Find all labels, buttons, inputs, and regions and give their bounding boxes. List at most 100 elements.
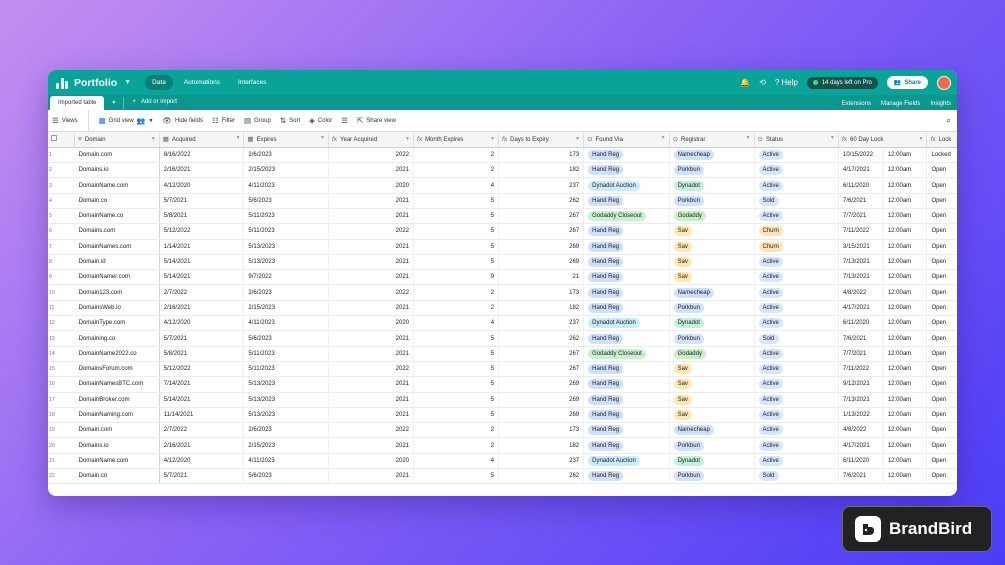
table-cell[interactable]: Hand Reg [583,330,670,347]
table-cell[interactable]: 2/16/2021 [159,300,245,317]
table-cell[interactable]: 2/7/2022 [159,422,245,439]
table-cell[interactable]: 5/13/2023 [243,407,329,424]
number-cell[interactable]: 2021 [328,392,415,408]
table-cell[interactable]: 12:00am [883,422,928,439]
table-cell[interactable]: 2/6/2023 [243,422,329,439]
table-cell[interactable]: 12:00am [883,361,928,378]
table-cell[interactable]: Sav [669,376,755,393]
number-cell[interactable]: 2021 [328,376,415,393]
table-cell[interactable]: Dynadot Auction [583,177,670,194]
table-row[interactable]: 7 DomainNames.com 1/14/2021 5/13/2023 2021 5 2… [48,239,957,255]
domain-cell[interactable]: DomainType.com [74,315,160,332]
table-cell[interactable]: Active [754,147,839,164]
table-cell[interactable]: 12:00am [883,208,928,225]
table-cell[interactable]: Godaddy [669,208,755,225]
number-cell[interactable]: 262 [498,193,585,209]
table-cell[interactable]: Sav [669,223,755,240]
table-cell[interactable]: 5/7/2021 [159,330,245,347]
lock-cell[interactable]: Open [926,346,957,362]
table-cell[interactable]: Hand Reg [583,392,670,408]
table-row[interactable]: 9 DomainNamer.com 5/14/2021 9/7/2022 2021 9 21… [48,269,957,286]
lock-cell[interactable]: Open [926,239,957,255]
number-cell[interactable]: 269 [498,392,585,408]
table-cell[interactable]: Porkbun [669,330,755,347]
lock-cell[interactable]: Open [926,468,957,485]
table-cell[interactable]: 5/8/2021 [159,208,245,225]
domain-cell[interactable]: Domains.io [74,162,160,179]
number-cell[interactable]: 182 [498,437,585,454]
number-cell[interactable]: 2021 [328,300,415,317]
table-cell[interactable]: Active [754,177,839,194]
number-cell[interactable]: 5 [413,376,500,393]
table-cell[interactable]: 9/7/2022 [243,269,329,286]
insights-button[interactable]: Insights [930,101,951,107]
number-cell[interactable]: 173 [498,147,585,164]
share-view-button[interactable]: ⇱ Share view [357,116,396,125]
table-cell[interactable]: 7/13/2021 [838,269,884,286]
number-cell[interactable]: 4 [413,453,500,470]
table-cell[interactable]: 5/6/2023 [243,330,329,347]
table-cell[interactable]: 7/11/2022 [838,361,884,378]
col-header-days-to-expiry[interactable]: fx Days to Expiry ▼ [498,132,585,148]
table-cell[interactable]: Active [754,437,839,454]
manage-fields-button[interactable]: Manage Fields [881,101,920,107]
number-cell[interactable]: 2 [413,437,500,454]
color-button[interactable]: ◈ Color [309,116,332,125]
table-cell[interactable]: 7/7/2021 [838,346,884,362]
domain-cell[interactable]: Domain123.com [74,284,160,301]
number-cell[interactable]: 2021 [328,162,415,179]
number-cell[interactable]: 21 [498,269,585,286]
table-cell[interactable]: Active [754,208,839,225]
table-cell[interactable]: Hand Reg [583,223,670,240]
lock-cell[interactable]: Open [926,407,957,424]
number-cell[interactable]: 5 [413,208,500,225]
nav-automations[interactable]: Automations [177,75,227,90]
table-cell[interactable]: Sav [669,239,755,255]
table-cell[interactable]: 5/14/2021 [159,254,245,271]
help-button[interactable]: ? Help [775,78,798,87]
number-cell[interactable]: 2022 [328,147,415,164]
domain-cell[interactable]: DomainBroker.com [74,392,160,408]
table-cell[interactable]: 4/11/2023 [243,315,329,332]
number-cell[interactable]: 2021 [328,407,415,424]
table-cell[interactable]: 1/13/2022 [838,407,884,424]
table-cell[interactable]: 12:00am [883,193,928,209]
table-cell[interactable]: Hand Reg [583,269,670,286]
table-row[interactable]: 12 DomainType.com 4/12/2020 4/11/2023 2020 4 2… [48,315,957,332]
number-cell[interactable]: 2 [413,284,500,301]
table-cell[interactable]: 5/6/2023 [243,193,329,209]
avatar[interactable] [937,75,951,90]
table-cell[interactable]: 4/12/2020 [159,315,245,332]
table-cell[interactable]: Active [754,453,839,470]
table-cell[interactable]: Porkbun [669,162,755,179]
table-row[interactable]: 16 DomainNamesBTC.com 7/14/2021 5/13/2023 20… [48,376,957,393]
table-cell[interactable]: 6/11/2020 [838,315,884,332]
table-cell[interactable]: Godaddy [669,346,755,362]
table-cell[interactable]: Hand Reg [583,284,670,301]
number-cell[interactable]: 2021 [328,330,415,347]
table-cell[interactable]: Sav [669,407,755,424]
table-row[interactable]: 21 DomainName.com 4/12/2020 4/11/2023 2020 4 2… [48,453,957,470]
number-cell[interactable]: 2 [413,162,500,179]
table-cell[interactable]: 5/8/2021 [159,346,245,362]
table-cell[interactable]: 4/12/2020 [159,177,245,194]
col-header-status[interactable]: ⊙ Status ▼ [754,132,839,148]
table-row[interactable]: 2 Domains.io 2/16/2021 2/15/2023 2021 2 182 Han… [48,162,957,179]
table-cell[interactable]: 11/14/2021 [159,407,245,424]
number-cell[interactable]: 2020 [328,453,415,470]
history-icon[interactable]: ⟲ [759,78,766,87]
number-cell[interactable]: 5 [413,346,500,362]
number-cell[interactable]: 2022 [328,422,415,439]
lock-cell[interactable]: Open [926,300,957,317]
table-cell[interactable]: 5/12/2022 [159,223,245,240]
domain-cell[interactable]: DomainName.co [74,208,160,225]
table-row[interactable]: 15 DomainsForum.com 5/12/2022 5/11/2023 2022… [48,361,957,378]
number-cell[interactable]: 2020 [328,177,415,194]
table-row[interactable]: 1 Domain.com 8/16/2022 2/6/2023 2022 2 173 Hand… [48,147,957,164]
table-cell[interactable]: Namecheap [669,284,755,301]
table-cell[interactable]: Godaddy Closeout [583,208,670,225]
number-cell[interactable]: 5 [413,239,500,255]
table-cell[interactable]: Active [754,407,839,424]
number-cell[interactable]: 5 [413,407,500,424]
table-row[interactable]: 10 Domain123.com 2/7/2022 2/6/2023 2022 2 173 H… [48,284,957,301]
